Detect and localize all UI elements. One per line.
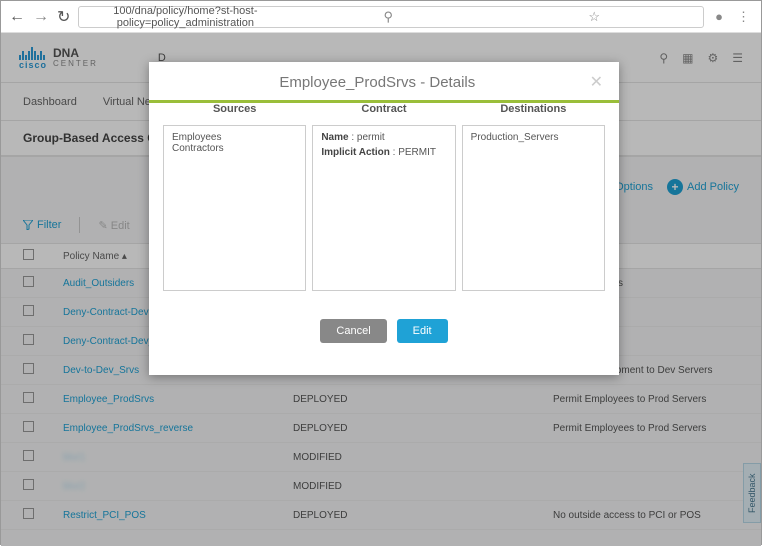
- source-item: Employees: [172, 132, 297, 143]
- url-bar[interactable]: 100/dna/policy/home?st-host-policy=polic…: [78, 6, 704, 28]
- reload-icon[interactable]: ↻: [57, 7, 70, 27]
- back-icon[interactable]: ←: [9, 8, 25, 26]
- profile-icon[interactable]: ●: [712, 9, 726, 24]
- destination-item: Production_Servers: [471, 132, 596, 143]
- sources-box: Employees Contractors: [163, 125, 306, 291]
- contract-box: Name : permit Implicit Action : PERMIT: [312, 125, 455, 291]
- destinations-header: Destinations: [462, 103, 605, 119]
- details-modal: Employee_ProdSrvs - Details ✕ Sources Co…: [149, 62, 619, 375]
- sources-header: Sources: [163, 103, 306, 119]
- contract-header: Contract: [312, 103, 455, 119]
- cancel-button[interactable]: Cancel: [320, 319, 386, 343]
- browser-toolbar: ← → ↻ 100/dna/policy/home?st-host-policy…: [1, 1, 761, 33]
- edit-button[interactable]: Edit: [397, 319, 448, 343]
- destinations-box: Production_Servers: [462, 125, 605, 291]
- url-text: 100/dna/policy/home?st-host-policy=polic…: [85, 5, 285, 29]
- modal-title: Employee_ProdSrvs - Details: [165, 74, 590, 91]
- star-icon[interactable]: ☆: [491, 9, 697, 25]
- search-icon[interactable]: ⚲: [285, 9, 491, 25]
- source-item: Contractors: [172, 143, 297, 154]
- kebab-icon[interactable]: ⋮: [734, 9, 753, 25]
- close-icon[interactable]: ✕: [590, 72, 603, 92]
- forward-icon: →: [33, 8, 49, 26]
- page: cisco DNA CENTER D ⚲ ▦ ⚙ ☰ Dashboard Vir…: [1, 33, 761, 546]
